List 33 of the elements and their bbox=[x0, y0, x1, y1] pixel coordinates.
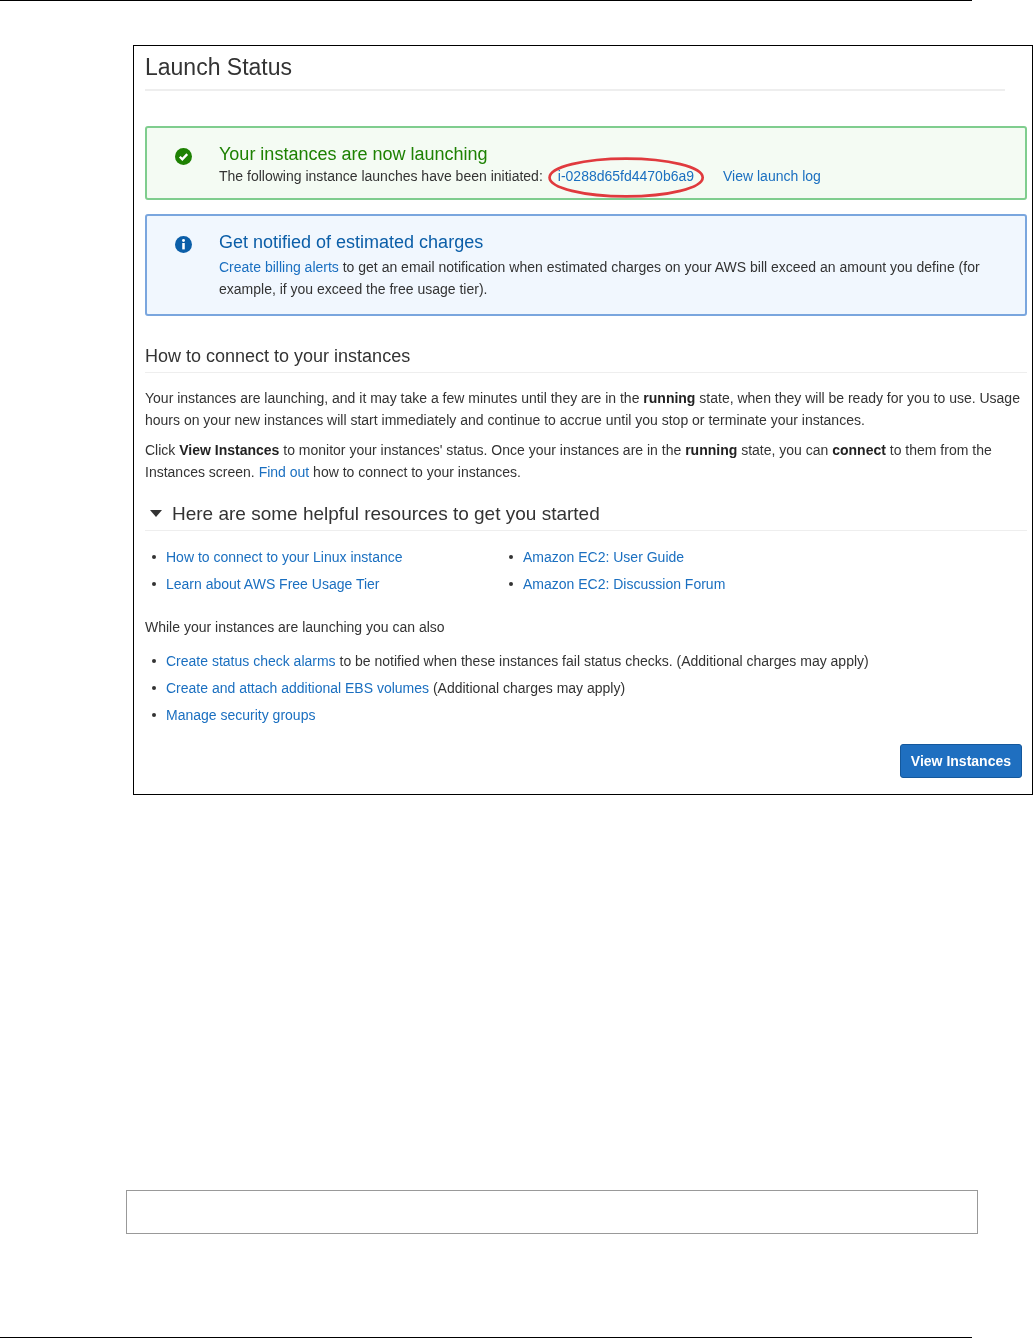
alert-text: Create billing alerts to get an email notification when estimated charges on your AWS bill exceed an amount you define (for example, if you exceed the free usage tier). bbox=[219, 258, 981, 299]
bullet-icon bbox=[152, 658, 156, 663]
list-item-text: Create and attach additional EBS volumes (Additional charges may apply) bbox=[166, 679, 626, 696]
resource-link[interactable]: Learn about AWS Free Usage Tier bbox=[166, 575, 380, 592]
view-instances-button[interactable]: View Instances bbox=[899, 744, 1022, 778]
caret-icon[interactable] bbox=[150, 510, 162, 518]
section-heading: Here are some helpful resources to get you started bbox=[172, 503, 600, 525]
action-link[interactable]: Create status check alarms bbox=[166, 652, 336, 669]
resource-link[interactable]: Amazon EC2: Discussion Forum bbox=[523, 575, 726, 592]
paragraph: While your instances are launching you can also bbox=[145, 619, 446, 635]
find-out-link[interactable]: Find out bbox=[258, 464, 310, 480]
check-circle-icon bbox=[175, 148, 192, 165]
paragraph: Click View Instances to monitor your instances' status. Once your instances are in the running state, you can connect to them from the Instances screen. Find out how to connect to your instances. bbox=[145, 441, 993, 482]
info-icon bbox=[175, 236, 192, 253]
alert-title: Get notified of estimated charges bbox=[219, 232, 485, 253]
bullet-icon bbox=[152, 581, 156, 586]
bullet-icon bbox=[509, 554, 513, 559]
action-link[interactable]: Manage security groups bbox=[166, 706, 316, 723]
list-item-text: Create status check alarms to be notified when these instances fail status checks. (Additional charges may apply) bbox=[166, 652, 869, 669]
page-title: Launch Status bbox=[145, 54, 1005, 91]
bullet-icon bbox=[152, 554, 156, 559]
paragraph: Your instances are launching, and it may take a few minutes until they are in the running state, when they will be ready for you to use. Usage hours on your new instances will start immediately and continue to accrue until you stop or terminate your instances. bbox=[145, 389, 1021, 430]
bullet-icon bbox=[152, 712, 156, 717]
resource-link[interactable]: How to connect to your Linux instance bbox=[166, 548, 403, 565]
billing-alerts-link[interactable]: Create billing alerts bbox=[219, 259, 339, 275]
bullet-icon bbox=[152, 685, 156, 690]
bullet-icon bbox=[509, 581, 513, 586]
resource-link[interactable]: Amazon EC2: User Guide bbox=[523, 548, 685, 565]
section-heading: How to connect to your instances bbox=[145, 346, 1027, 373]
launch-log-link[interactable]: View launch log bbox=[723, 168, 821, 184]
alert-title: Your instances are now launching bbox=[219, 144, 489, 165]
action-link[interactable]: Create and attach additional EBS volumes bbox=[166, 679, 430, 696]
alert-text: The following instance launches have been initiated: bbox=[219, 168, 543, 184]
